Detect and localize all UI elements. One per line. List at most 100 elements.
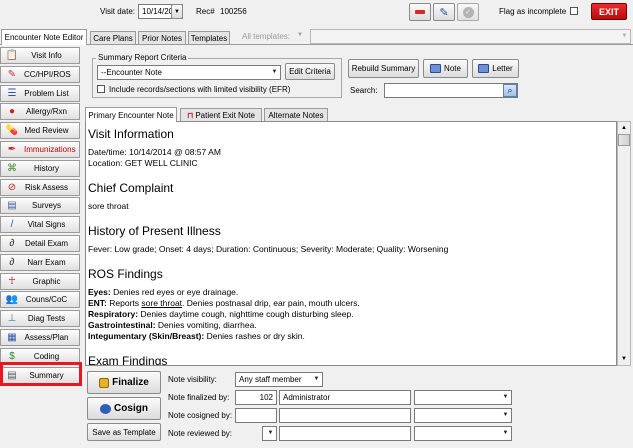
- sore-throat-link[interactable]: sore throat: [141, 298, 182, 308]
- tab-divider: [0, 44, 633, 45]
- visit-date-line: Date/time: 10/14/2014 @ 08:57 AM: [88, 147, 221, 157]
- sidebar-item-label: Problem List: [24, 88, 69, 98]
- hpi-heading: History of Present Illness: [88, 224, 221, 238]
- sidebar-item-couns-coc[interactable]: 👥 Couns/CoC: [0, 291, 80, 309]
- ros-integ: Integumentary (Skin/Breast): Denies rash…: [88, 331, 616, 342]
- finalized-select[interactable]: ▼: [414, 390, 512, 405]
- ros-eyes: Eyes: Denies red eyes or eye drainage.: [88, 287, 616, 298]
- edit-button[interactable]: ✎: [433, 3, 455, 21]
- eyes-label: Eyes:: [88, 287, 111, 297]
- flag-incomplete-checkbox[interactable]: [570, 7, 578, 15]
- visit-info-heading: Visit Information: [88, 127, 174, 141]
- test-tube-icon: ⊥: [7, 313, 17, 325]
- note-visibility-label: Note visibility:: [168, 375, 217, 384]
- sidebar-item-risk-assess[interactable]: ⊘ Risk Assess: [0, 178, 80, 196]
- chevron-down-icon: ▼: [267, 430, 274, 436]
- tab-encounter-note-editor[interactable]: Encounter Note Editor: [1, 29, 87, 45]
- sidebar-item-graphic[interactable]: ☥ Graphic: [0, 272, 80, 290]
- sidebar-item-label: Visit Info: [31, 51, 62, 60]
- gi-label: Gastrointestinal:: [88, 320, 156, 330]
- ent-pre: Reports: [109, 298, 140, 308]
- all-templates-select[interactable]: ▼: [310, 29, 631, 44]
- sidebar-item-narr-exam[interactable]: ∂ Narr Exam: [0, 253, 80, 271]
- dollar-icon: $: [9, 350, 15, 362]
- survey-icon: ▤: [7, 200, 17, 212]
- document-scrollbar[interactable]: ▲ ▼: [617, 121, 631, 366]
- tab-alternate-notes[interactable]: Alternate Notes: [264, 108, 328, 122]
- sidebar-item-problem-list[interactable]: ☰ Problem List: [0, 84, 80, 102]
- chevron-down-icon: ▼: [313, 376, 320, 382]
- pill-icon: 💊: [5, 125, 19, 137]
- cosign-button[interactable]: Cosign: [87, 397, 161, 420]
- ros-heading: ROS Findings: [88, 267, 163, 281]
- cc-heading: Chief Complaint: [88, 181, 174, 195]
- sidebar-item-label: Immunizations: [24, 145, 76, 154]
- list-icon: ☰: [7, 87, 17, 99]
- delete-button[interactable]: [409, 3, 431, 21]
- criteria-select[interactable]: --Encounter Note ▼: [97, 65, 281, 80]
- letter-button[interactable]: Letter: [472, 59, 519, 78]
- tab-care-plans[interactable]: Care Plans: [90, 31, 136, 45]
- sidebar-item-immunizations[interactable]: ✒ Immunizations: [0, 141, 80, 158]
- cosigned-select[interactable]: ▼: [414, 408, 512, 423]
- grid-icon: ▦: [7, 332, 17, 343]
- resp-label: Respiratory:: [88, 309, 139, 319]
- sidebar-item-visit-info[interactable]: 📋 Visit Info: [0, 47, 80, 64]
- note-button[interactable]: Note: [423, 59, 468, 78]
- reviewed-select[interactable]: ▼: [414, 426, 512, 441]
- scroll-down-icon[interactable]: ▼: [618, 353, 630, 365]
- note-visibility-select[interactable]: Any staff member ▼: [235, 372, 323, 387]
- sidebar-item-assess-plan[interactable]: ▦ Assess/Plan: [0, 329, 80, 346]
- edit-criteria-button[interactable]: Edit Criteria: [285, 63, 335, 80]
- chevron-down-icon: ▼: [621, 33, 628, 39]
- sidebar-item-med-review[interactable]: 💊 Med Review: [0, 122, 80, 140]
- finalized-name-field[interactable]: Administrator: [279, 390, 411, 405]
- tab-patient-exit-note[interactable]: ⊓ Patient Exit Note: [180, 108, 262, 122]
- check-button[interactable]: ✓: [457, 3, 479, 21]
- sidebar-item-diag-tests[interactable]: ⊥ Diag Tests: [0, 310, 80, 328]
- summary-highlight: [0, 362, 82, 386]
- reviewed-select-small[interactable]: ▼: [262, 426, 277, 441]
- limited-visibility-checkbox[interactable]: [97, 85, 105, 93]
- finalize-button[interactable]: Finalize: [87, 371, 161, 394]
- all-templates-dropdown-icon[interactable]: ▼: [297, 32, 303, 38]
- cosigned-name-field[interactable]: [279, 408, 411, 423]
- finalize-label: Finalize: [112, 377, 149, 388]
- sidebar-item-label: Surveys: [32, 201, 61, 211]
- chevron-down-icon: ▼: [502, 394, 509, 400]
- sidebar-item-label: Diag Tests: [27, 314, 66, 324]
- reviewed-by-label: Note reviewed by:: [168, 429, 233, 438]
- visit-date-dropdown-button[interactable]: ▼: [171, 4, 183, 19]
- syringe-icon: ✒: [7, 144, 17, 155]
- reviewed-name-field[interactable]: [279, 426, 411, 441]
- search-icon[interactable]: ⌕: [503, 84, 517, 97]
- tab-prior-notes[interactable]: Prior Notes: [138, 31, 186, 45]
- exit-button[interactable]: EXIT: [591, 3, 627, 20]
- sidebar-item-history[interactable]: ⌘ History: [0, 159, 80, 177]
- search-input[interactable]: [384, 83, 518, 98]
- ros-gi: Gastrointestinal: Denies vomiting, diarr…: [88, 320, 616, 331]
- note-button-label: Note: [444, 64, 461, 73]
- sidebar-item-allergy-rxn[interactable]: ● Allergy/Rxn: [0, 103, 80, 121]
- sidebar-item-label: Med Review: [24, 126, 69, 136]
- tab-templates[interactable]: Templates: [188, 31, 230, 45]
- cosigned-id-field[interactable]: [235, 408, 277, 423]
- scroll-thumb[interactable]: [618, 134, 630, 146]
- ros-respiratory: Respiratory: Denies daytime cough, night…: [88, 309, 616, 320]
- sidebar-item-label: History: [34, 163, 59, 173]
- finalized-id-field[interactable]: 102: [235, 390, 277, 405]
- scroll-up-icon[interactable]: ▲: [618, 122, 630, 134]
- resp-text: Denies daytime cough, nighttime cough di…: [140, 309, 354, 319]
- sidebar-item-detail-exam[interactable]: ∂ Detail Exam: [0, 235, 80, 252]
- allergy-icon: ●: [8, 106, 16, 118]
- sidebar-item-surveys[interactable]: ▤ Surveys: [0, 197, 80, 215]
- save-as-template-button[interactable]: Save as Template: [87, 423, 161, 441]
- chevron-down-icon: ▼: [174, 8, 180, 15]
- hpi-text: Fever: Low grade; Onset: 4 days; Duratio…: [88, 244, 449, 254]
- sidebar-item-cc-hpi-ros[interactable]: ✎ CC/HPI/ROS: [0, 65, 80, 83]
- tab-primary-encounter-note[interactable]: Primary Encounter Note: [85, 107, 177, 122]
- rebuild-summary-button[interactable]: Rebuild Summary: [348, 59, 419, 78]
- ent-post: . Denies postnasal drip, ear pain, mouth…: [182, 298, 360, 308]
- sidebar-item-vital-signs[interactable]: / Vital Signs: [0, 216, 80, 234]
- lock-icon: [99, 377, 110, 388]
